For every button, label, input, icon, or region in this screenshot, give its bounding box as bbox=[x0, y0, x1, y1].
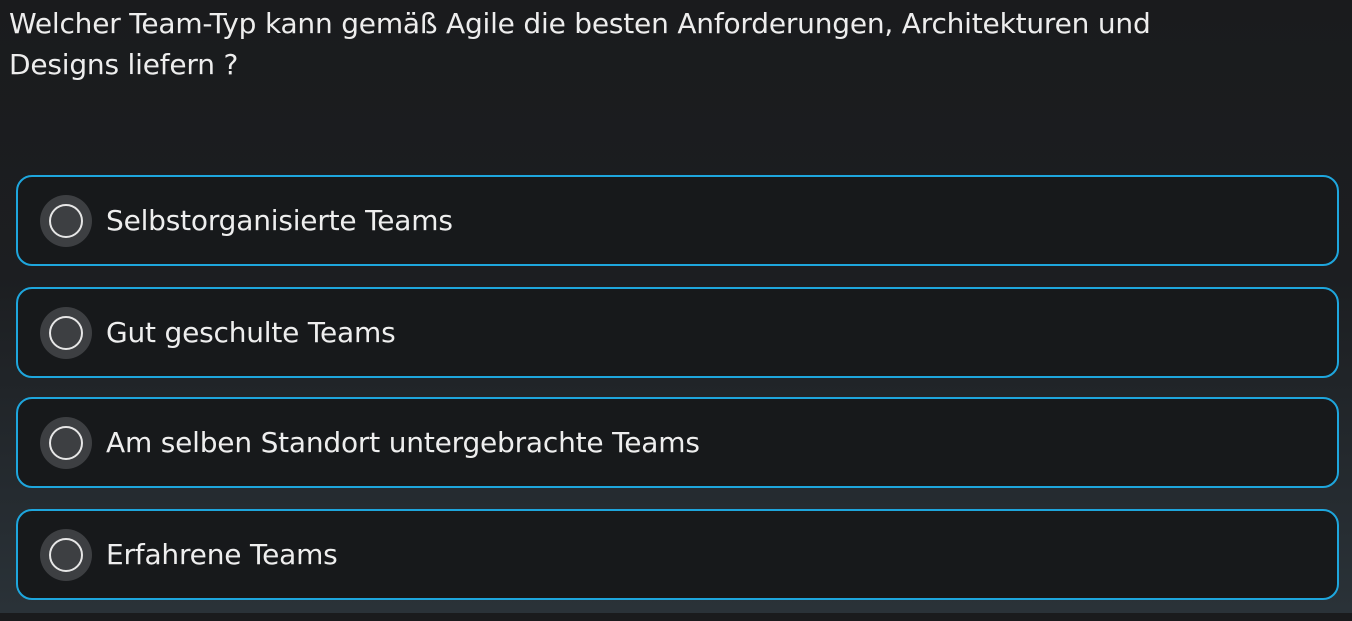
answer-option-label: Selbstorganisierte Teams bbox=[106, 204, 453, 237]
radio-circle-icon bbox=[49, 425, 83, 460]
answer-option-3[interactable]: Am selben Standort untergebrachte Teams bbox=[16, 397, 1339, 488]
radio-button-icon[interactable] bbox=[40, 416, 92, 469]
radio-button-icon[interactable] bbox=[40, 194, 92, 247]
radio-button-icon[interactable] bbox=[40, 306, 92, 359]
answer-option-label: Erfahrene Teams bbox=[106, 538, 338, 571]
answer-option-4[interactable]: Erfahrene Teams bbox=[16, 509, 1339, 600]
question-text: Welcher Team-Typ kann gemäß Agile die be… bbox=[9, 7, 1151, 81]
answer-option-1[interactable]: Selbstorganisierte Teams bbox=[16, 175, 1339, 266]
radio-button-icon[interactable] bbox=[40, 528, 92, 581]
answer-options: Selbstorganisierte Teams Gut geschulte T… bbox=[16, 175, 1339, 621]
answer-option-label: Am selben Standort untergebrachte Teams bbox=[106, 426, 700, 459]
radio-circle-icon bbox=[49, 537, 83, 572]
answer-option-2[interactable]: Gut geschulte Teams bbox=[16, 287, 1339, 378]
answer-option-label: Gut geschulte Teams bbox=[106, 316, 396, 349]
radio-circle-icon bbox=[49, 203, 83, 238]
radio-circle-icon bbox=[49, 315, 83, 350]
